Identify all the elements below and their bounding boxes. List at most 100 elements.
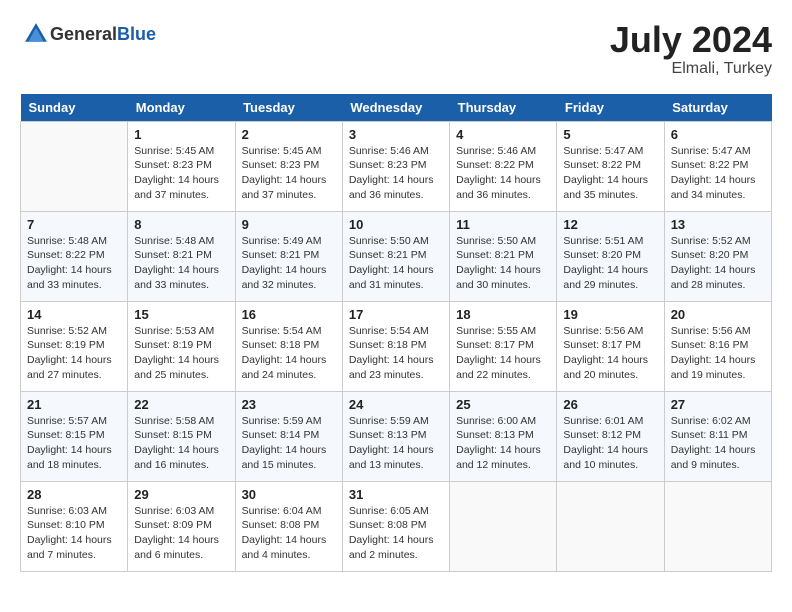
day-info: Sunrise: 5:45 AM Sunset: 8:23 PM Dayligh…	[242, 144, 336, 203]
calendar-cell	[21, 121, 128, 211]
day-number: 15	[134, 307, 228, 322]
day-number: 20	[671, 307, 765, 322]
calendar-cell: 7 Sunrise: 5:48 AM Sunset: 8:22 PM Daylig…	[21, 211, 128, 301]
calendar-cell: 14Sunrise: 5:52 AM Sunset: 8:19 PM Dayli…	[21, 301, 128, 391]
day-number: 13	[671, 217, 765, 232]
day-number: 23	[242, 397, 336, 412]
calendar-cell: 9 Sunrise: 5:49 AM Sunset: 8:21 PM Daylig…	[235, 211, 342, 301]
day-info: Sunrise: 5:55 AM Sunset: 8:17 PM Dayligh…	[456, 324, 550, 383]
calendar-cell: 1 Sunrise: 5:45 AM Sunset: 8:23 PM Daylig…	[128, 121, 235, 211]
calendar-cell: 21 Sunrise: 5:57 AM Sunset: 8:15 PM Dayli…	[21, 391, 128, 481]
day-number: 22	[134, 397, 228, 412]
day-info: Sunrise: 5:46 AM Sunset: 8:22 PM Dayligh…	[456, 144, 550, 203]
calendar-cell: 30 Sunrise: 6:04 AM Sunset: 8:08 PM Dayli…	[235, 481, 342, 571]
day-info: Sunrise: 5:51 AM Sunset: 8:20 PM Dayligh…	[563, 234, 657, 293]
day-info: Sunrise: 5:52 AM Sunset: 8:20 PM Dayligh…	[671, 234, 765, 293]
location-subtitle: Elmali, Turkey	[610, 60, 772, 78]
day-of-week-header: Thursday	[450, 94, 557, 122]
calendar-week-row: 21 Sunrise: 5:57 AM Sunset: 8:15 PM Dayli…	[21, 391, 772, 481]
day-info: Sunrise: 6:04 AM Sunset: 8:08 PM Dayligh…	[242, 504, 336, 563]
day-info: Sunrise: 5:57 AM Sunset: 8:15 PM Dayligh…	[27, 414, 121, 473]
day-number: 29	[134, 487, 228, 502]
day-of-week-header: Wednesday	[342, 94, 449, 122]
calendar-cell: 12 Sunrise: 5:51 AM Sunset: 8:20 PM Dayli…	[557, 211, 664, 301]
title-block: July 2024 Elmali, Turkey	[610, 20, 772, 78]
calendar-cell: 20 Sunrise: 5:56 AM Sunset: 8:16 PM Dayli…	[664, 301, 771, 391]
calendar-table: SundayMondayTuesdayWednesdayThursdayFrid…	[20, 94, 772, 572]
day-info: Sunrise: 6:02 AM Sunset: 8:11 PM Dayligh…	[671, 414, 765, 473]
calendar-cell: 22 Sunrise: 5:58 AM Sunset: 8:15 PM Dayli…	[128, 391, 235, 481]
calendar-cell: 6Sunrise: 5:47 AM Sunset: 8:22 PM Daylig…	[664, 121, 771, 211]
day-info: Sunrise: 6:01 AM Sunset: 8:12 PM Dayligh…	[563, 414, 657, 473]
day-info: Sunrise: 5:49 AM Sunset: 8:21 PM Dayligh…	[242, 234, 336, 293]
calendar-cell: 31Sunrise: 6:05 AM Sunset: 8:08 PM Dayli…	[342, 481, 449, 571]
day-number: 14	[27, 307, 121, 322]
calendar-cell: 24Sunrise: 5:59 AM Sunset: 8:13 PM Dayli…	[342, 391, 449, 481]
day-of-week-header: Sunday	[21, 94, 128, 122]
calendar-cell: 18 Sunrise: 5:55 AM Sunset: 8:17 PM Dayli…	[450, 301, 557, 391]
calendar-cell: 8Sunrise: 5:48 AM Sunset: 8:21 PM Daylig…	[128, 211, 235, 301]
calendar-cell	[664, 481, 771, 571]
calendar-cell: 23 Sunrise: 5:59 AM Sunset: 8:14 PM Dayli…	[235, 391, 342, 481]
day-info: Sunrise: 5:56 AM Sunset: 8:16 PM Dayligh…	[671, 324, 765, 383]
calendar-cell: 3 Sunrise: 5:46 AM Sunset: 8:23 PM Daylig…	[342, 121, 449, 211]
day-number: 5	[563, 127, 657, 142]
day-info: Sunrise: 6:03 AM Sunset: 8:10 PM Dayligh…	[27, 504, 121, 563]
day-number: 30	[242, 487, 336, 502]
day-info: Sunrise: 5:48 AM Sunset: 8:21 PM Dayligh…	[134, 234, 228, 293]
calendar-cell	[557, 481, 664, 571]
day-info: Sunrise: 5:47 AM Sunset: 8:22 PM Dayligh…	[671, 144, 765, 203]
day-number: 28	[27, 487, 121, 502]
day-info: Sunrise: 5:50 AM Sunset: 8:21 PM Dayligh…	[349, 234, 443, 293]
page-header: GeneralBlue July 2024 Elmali, Turkey	[20, 20, 772, 78]
day-number: 3	[349, 127, 443, 142]
day-number: 21	[27, 397, 121, 412]
calendar-cell: 19Sunrise: 5:56 AM Sunset: 8:17 PM Dayli…	[557, 301, 664, 391]
day-number: 18	[456, 307, 550, 322]
day-info: Sunrise: 5:56 AM Sunset: 8:17 PM Dayligh…	[563, 324, 657, 383]
day-number: 12	[563, 217, 657, 232]
day-info: Sunrise: 5:46 AM Sunset: 8:23 PM Dayligh…	[349, 144, 443, 203]
day-info: Sunrise: 5:54 AM Sunset: 8:18 PM Dayligh…	[242, 324, 336, 383]
day-number: 7	[27, 217, 121, 232]
day-of-week-header: Monday	[128, 94, 235, 122]
day-number: 9	[242, 217, 336, 232]
calendar-cell: 4 Sunrise: 5:46 AM Sunset: 8:22 PM Daylig…	[450, 121, 557, 211]
day-of-week-header: Tuesday	[235, 94, 342, 122]
day-info: Sunrise: 5:58 AM Sunset: 8:15 PM Dayligh…	[134, 414, 228, 473]
day-number: 11	[456, 217, 550, 232]
calendar-cell: 27 Sunrise: 6:02 AM Sunset: 8:11 PM Dayli…	[664, 391, 771, 481]
day-number: 1	[134, 127, 228, 142]
day-number: 26	[563, 397, 657, 412]
day-info: Sunrise: 6:05 AM Sunset: 8:08 PM Dayligh…	[349, 504, 443, 563]
day-info: Sunrise: 5:47 AM Sunset: 8:22 PM Dayligh…	[563, 144, 657, 203]
logo-text-general: General	[50, 24, 117, 44]
day-number: 24	[349, 397, 443, 412]
day-of-week-header: Saturday	[664, 94, 771, 122]
calendar-cell: 10 Sunrise: 5:50 AM Sunset: 8:21 PM Dayli…	[342, 211, 449, 301]
calendar-week-row: 28 Sunrise: 6:03 AM Sunset: 8:10 PM Dayli…	[21, 481, 772, 571]
calendar-cell: 15Sunrise: 5:53 AM Sunset: 8:19 PM Dayli…	[128, 301, 235, 391]
logo: GeneralBlue	[20, 20, 156, 48]
day-info: Sunrise: 5:59 AM Sunset: 8:14 PM Dayligh…	[242, 414, 336, 473]
day-of-week-header: Friday	[557, 94, 664, 122]
day-info: Sunrise: 5:48 AM Sunset: 8:22 PM Dayligh…	[27, 234, 121, 293]
day-number: 4	[456, 127, 550, 142]
day-number: 16	[242, 307, 336, 322]
calendar-cell: 5 Sunrise: 5:47 AM Sunset: 8:22 PM Daylig…	[557, 121, 664, 211]
calendar-cell: 29Sunrise: 6:03 AM Sunset: 8:09 PM Dayli…	[128, 481, 235, 571]
day-number: 10	[349, 217, 443, 232]
calendar-cell	[450, 481, 557, 571]
calendar-cell: 13 Sunrise: 5:52 AM Sunset: 8:20 PM Dayli…	[664, 211, 771, 301]
calendar-week-row: 1 Sunrise: 5:45 AM Sunset: 8:23 PM Daylig…	[21, 121, 772, 211]
calendar-cell: 11Sunrise: 5:50 AM Sunset: 8:21 PM Dayli…	[450, 211, 557, 301]
day-number: 27	[671, 397, 765, 412]
day-info: Sunrise: 5:54 AM Sunset: 8:18 PM Dayligh…	[349, 324, 443, 383]
calendar-cell: 28 Sunrise: 6:03 AM Sunset: 8:10 PM Dayli…	[21, 481, 128, 571]
day-info: Sunrise: 6:00 AM Sunset: 8:13 PM Dayligh…	[456, 414, 550, 473]
calendar-cell: 17Sunrise: 5:54 AM Sunset: 8:18 PM Dayli…	[342, 301, 449, 391]
calendar-header-row: SundayMondayTuesdayWednesdayThursdayFrid…	[21, 94, 772, 122]
day-number: 25	[456, 397, 550, 412]
day-info: Sunrise: 5:45 AM Sunset: 8:23 PM Dayligh…	[134, 144, 228, 203]
calendar-week-row: 7 Sunrise: 5:48 AM Sunset: 8:22 PM Daylig…	[21, 211, 772, 301]
